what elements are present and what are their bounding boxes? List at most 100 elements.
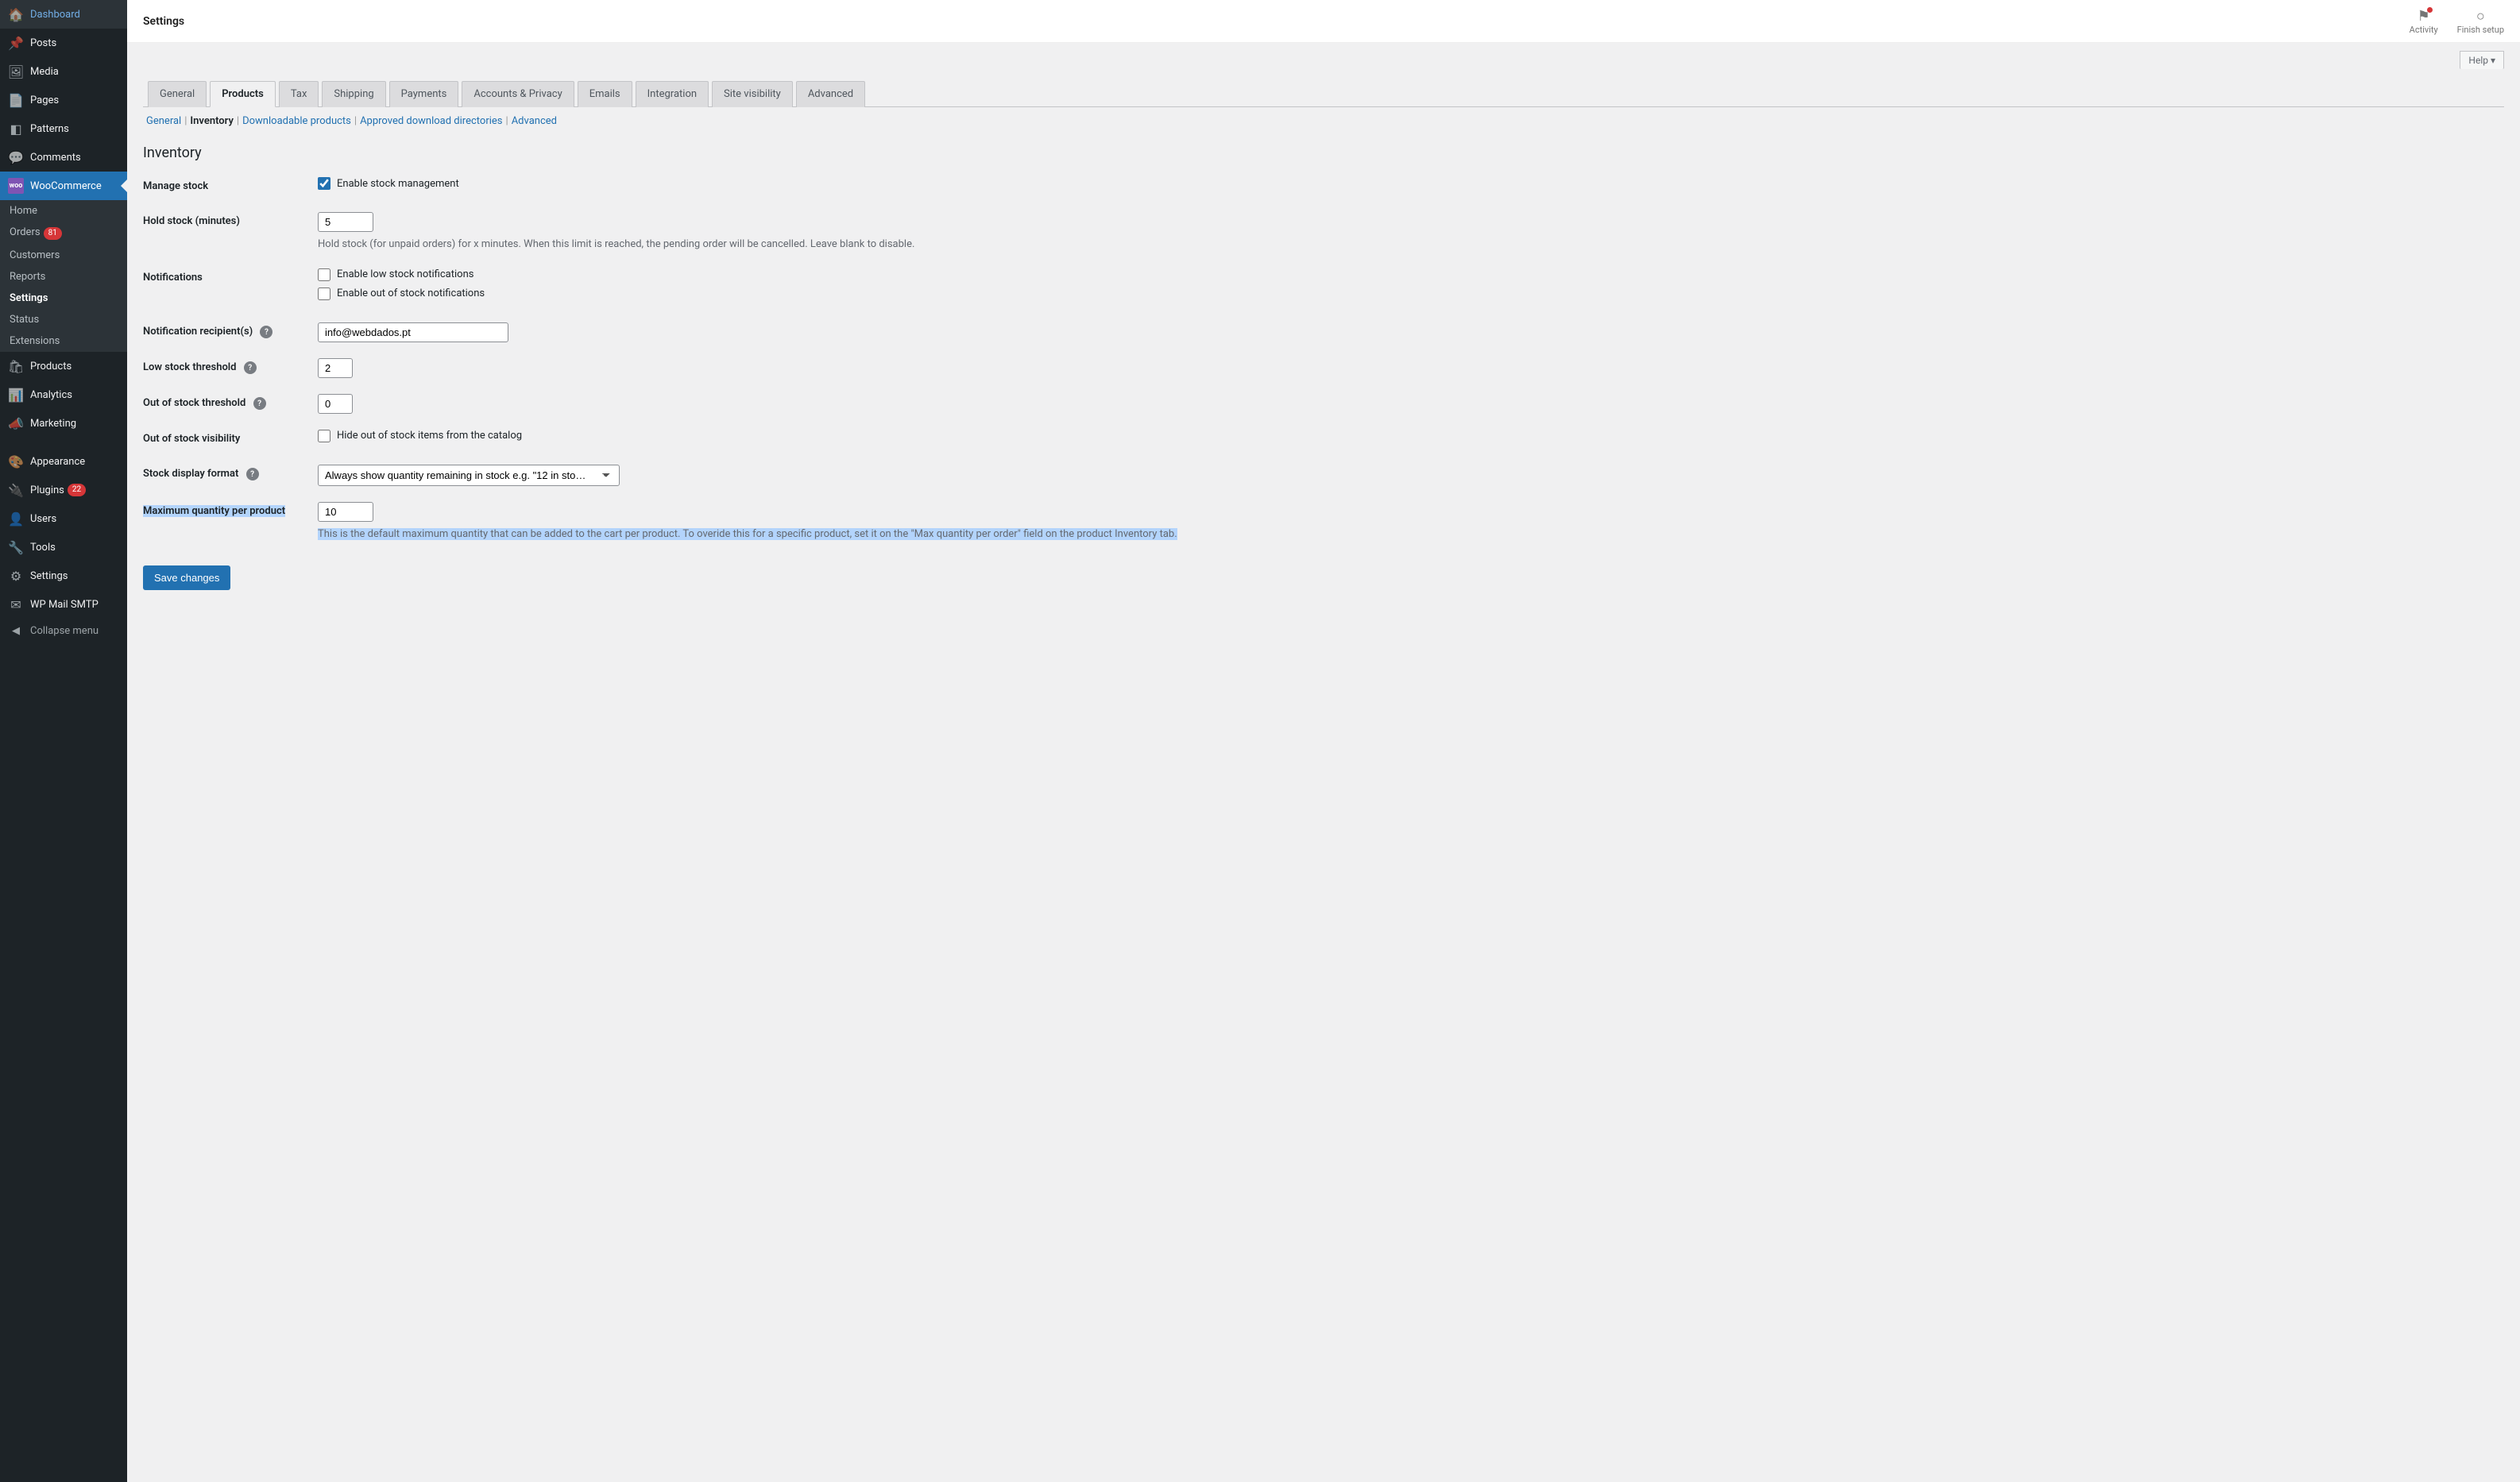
settings-tabs: GeneralProductsTaxShippingPaymentsAccoun… [143, 81, 2504, 107]
sidebar-item-settings[interactable]: ⚙Settings [0, 562, 127, 590]
tools-icon: 🔧 [8, 539, 24, 555]
activity-label: Activity [2410, 25, 2438, 35]
tab-integration[interactable]: Integration [636, 81, 709, 107]
circle-icon: ○ [2476, 8, 2485, 25]
woocommerce-icon: woo [8, 178, 24, 194]
sidebar-item-wp-mail-smtp[interactable]: ✉ WP Mail SMTP [0, 590, 127, 619]
help-icon[interactable]: ? [246, 468, 259, 480]
sidebar-item-label: WooCommerce [30, 180, 102, 192]
sidebar-item-patterns[interactable]: ◧Patterns [0, 114, 127, 143]
tab-emails[interactable]: Emails [578, 81, 632, 107]
max-qty-input[interactable] [318, 502, 373, 522]
sidebar-item-label: Users [30, 513, 56, 525]
sidebar-sub-customers[interactable]: Customers [0, 245, 127, 266]
wp-mail-smtp-icon: ✉ [8, 596, 24, 612]
sidebar-item-users[interactable]: 👤 Users [0, 504, 127, 533]
settings-icon: ⚙ [8, 568, 24, 584]
sidebar-sub-home[interactable]: Home [0, 200, 127, 222]
low-threshold-label: Low stock threshold ? [143, 358, 318, 375]
sidebar-item-label: Plugins [30, 484, 64, 496]
subtab-downloadable-products[interactable]: Downloadable products [242, 115, 351, 127]
low-stock-notif-label: Enable low stock notifications [337, 268, 473, 280]
tab-tax[interactable]: Tax [279, 81, 319, 107]
max-qty-desc: This is the default maximum quantity tha… [318, 527, 2504, 542]
sidebar-item-label: Products [30, 361, 72, 372]
subtab-advanced[interactable]: Advanced [512, 115, 557, 127]
patterns-icon: ◧ [8, 121, 24, 137]
products-icon: 🛍 [8, 358, 24, 374]
finish-setup-label: Finish setup [2457, 25, 2504, 35]
users-icon: 👤 [8, 511, 24, 527]
sidebar-item-appearance[interactable]: 🎨Appearance [0, 447, 127, 476]
hold-stock-label: Hold stock (minutes) [143, 212, 318, 227]
low-stock-notif-checkbox[interactable] [318, 268, 330, 281]
stock-display-select[interactable]: Always show quantity remaining in stock … [318, 465, 620, 486]
tab-accounts-privacy[interactable]: Accounts & Privacy [462, 81, 574, 107]
notifications-label: Notifications [143, 268, 318, 284]
hide-out-stock-checkbox[interactable] [318, 430, 330, 442]
tab-advanced[interactable]: Advanced [796, 81, 865, 107]
tab-site-visibility[interactable]: Site visibility [712, 81, 793, 107]
out-threshold-label: Out of stock threshold ? [143, 394, 318, 411]
sidebar-sub-orders[interactable]: Orders81 [0, 222, 127, 245]
marketing-icon: 📣 [8, 415, 24, 431]
content-area: Help GeneralProductsTaxShippingPaymentsA… [127, 43, 2520, 606]
tab-general[interactable]: General [148, 81, 207, 107]
help-icon[interactable]: ? [260, 326, 272, 338]
sidebar-item-woocommerce[interactable]: woo WooCommerce [0, 172, 127, 200]
topbar-right: ⚑ Activity ○ Finish setup [2410, 8, 2504, 35]
collapse-menu[interactable]: ◀ Collapse menu [0, 619, 127, 643]
sidebar-item-analytics[interactable]: 📊Analytics [0, 380, 127, 409]
sidebar-item-pages[interactable]: 📄Pages [0, 86, 127, 114]
sidebar-item-label: Dashboard [30, 9, 80, 21]
sidebar-item-comments[interactable]: 💬Comments [0, 143, 127, 172]
sidebar-item-label: Media [30, 66, 59, 78]
separator: | [503, 115, 512, 127]
sidebar-item-posts[interactable]: 📌Posts [0, 29, 127, 57]
comments-icon: 💬 [8, 149, 24, 165]
flag-icon: ⚑ [2418, 8, 2430, 25]
tab-products[interactable]: Products [210, 81, 276, 107]
subtab-approved-download-directories[interactable]: Approved download directories [360, 115, 502, 127]
subtab-inventory[interactable]: Inventory [190, 115, 234, 127]
sidebar-sub-settings[interactable]: Settings [0, 288, 127, 309]
collapse-label: Collapse menu [30, 625, 99, 637]
sidebar-sub-reports[interactable]: Reports [0, 266, 127, 288]
sidebar-item-tools[interactable]: 🔧 Tools [0, 533, 127, 562]
subtab-general[interactable]: General [146, 115, 181, 127]
sidebar-sub-extensions[interactable]: Extensions [0, 330, 127, 352]
help-icon[interactable]: ? [253, 397, 266, 410]
collapse-icon: ◀ [8, 625, 24, 637]
help-tab[interactable]: Help [2460, 51, 2504, 69]
badge: 22 [68, 484, 86, 496]
tab-payments[interactable]: Payments [389, 81, 459, 107]
out-stock-notif-checkbox[interactable] [318, 288, 330, 300]
sidebar-item-label: WP Mail SMTP [30, 599, 99, 611]
out-threshold-input[interactable] [318, 394, 353, 414]
sidebar-item-products[interactable]: 🛍 Products [0, 352, 127, 380]
page-title: Settings [143, 15, 184, 28]
sidebar-item-marketing[interactable]: 📣Marketing [0, 409, 127, 438]
sidebar-item-label: Tools [30, 542, 56, 554]
manage-stock-checkbox[interactable] [318, 177, 330, 190]
admin-sidebar: 🏠Dashboard📌Posts🖼Media📄Pages◧Patterns💬Co… [0, 0, 127, 1482]
sidebar-item-label: Pages [30, 95, 59, 106]
manage-stock-checkbox-label: Enable stock management [337, 178, 459, 190]
sidebar-item-media[interactable]: 🖼 Media [0, 57, 127, 86]
sub-navigation: General|Inventory|Downloadable products|… [143, 107, 2504, 135]
sidebar-item-plugins[interactable]: 🔌Plugins22 [0, 476, 127, 504]
finish-setup-button[interactable]: ○ Finish setup [2457, 8, 2504, 35]
save-button[interactable]: Save changes [143, 565, 230, 590]
recipients-input[interactable] [318, 322, 508, 342]
sidebar-sub-status[interactable]: Status [0, 309, 127, 330]
sidebar-item-dashboard[interactable]: 🏠Dashboard [0, 0, 127, 29]
topbar: Settings ⚑ Activity ○ Finish setup [127, 0, 2520, 43]
help-icon[interactable]: ? [244, 361, 257, 374]
media-icon: 🖼 [8, 64, 24, 79]
out-visibility-label: Out of stock visibility [143, 430, 318, 445]
out-stock-notif-label: Enable out of stock notifications [337, 288, 485, 299]
hold-stock-input[interactable] [318, 212, 373, 232]
tab-shipping[interactable]: Shipping [322, 81, 385, 107]
activity-button[interactable]: ⚑ Activity [2410, 8, 2438, 35]
low-threshold-input[interactable] [318, 358, 353, 378]
